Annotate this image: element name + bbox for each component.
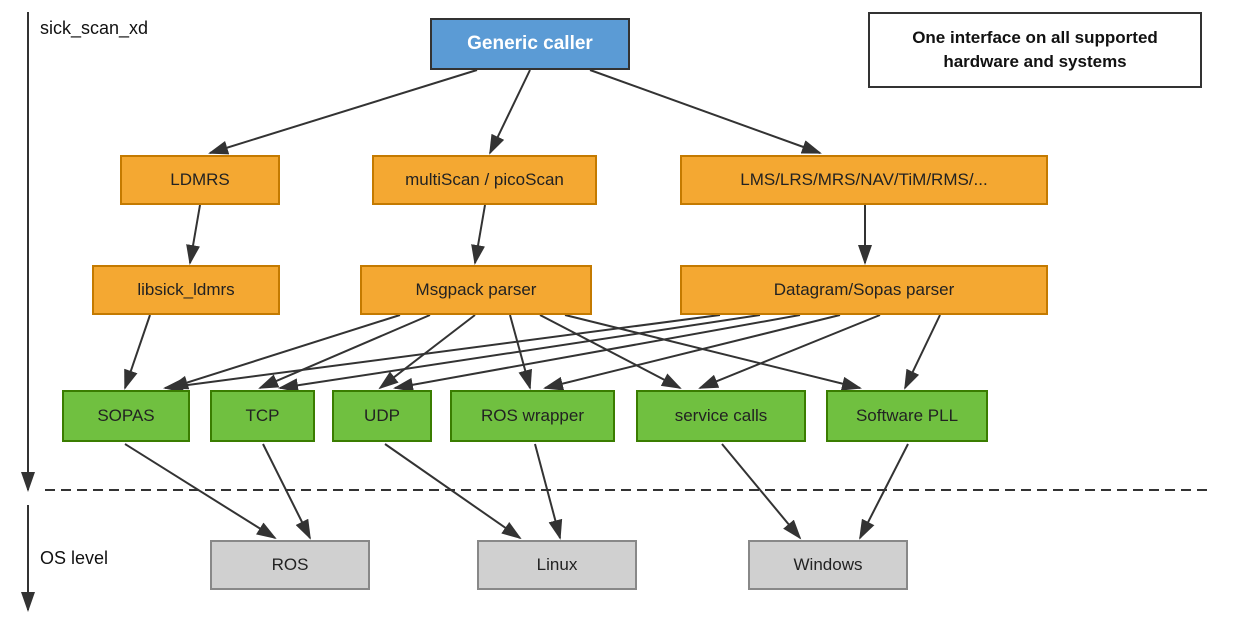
software-pll-label: Software PLL [856, 406, 958, 426]
multiscan-box: multiScan / picoScan [372, 155, 597, 205]
windows-box: Windows [748, 540, 908, 590]
sick-scan-xd-label: sick_scan_xd [40, 18, 148, 39]
tcp-box: TCP [210, 390, 315, 442]
generic-caller-box: Generic caller [430, 18, 630, 70]
linux-label: Linux [537, 555, 578, 575]
msgpack-label: Msgpack parser [416, 280, 537, 300]
datagram-label: Datagram/Sopas parser [774, 280, 954, 300]
info-box: One interface on all supportedhardware a… [868, 12, 1202, 88]
software-pll-box: Software PLL [826, 390, 988, 442]
sopas-box: SOPAS [62, 390, 190, 442]
multiscan-label: multiScan / picoScan [405, 170, 564, 190]
ros-box: ROS [210, 540, 370, 590]
ros-label: ROS [272, 555, 309, 575]
diagram-container: sick_scan_xd Generic caller One interfac… [0, 0, 1236, 622]
datagram-box: Datagram/Sopas parser [680, 265, 1048, 315]
libsick-box: libsick_ldmrs [92, 265, 280, 315]
ros-wrapper-box: ROS wrapper [450, 390, 615, 442]
ldmrs-label: LDMRS [170, 170, 230, 190]
ros-wrapper-label: ROS wrapper [481, 406, 584, 426]
ldmrs-box: LDMRS [120, 155, 280, 205]
linux-box: Linux [477, 540, 637, 590]
service-calls-label: service calls [675, 406, 768, 426]
lms-label: LMS/LRS/MRS/NAV/TiM/RMS/... [740, 170, 987, 190]
service-calls-box: service calls [636, 390, 806, 442]
lms-box: LMS/LRS/MRS/NAV/TiM/RMS/... [680, 155, 1048, 205]
os-level-label: OS level [40, 548, 108, 569]
msgpack-box: Msgpack parser [360, 265, 592, 315]
sopas-label: SOPAS [97, 406, 154, 426]
generic-caller-label: Generic caller [467, 33, 593, 55]
windows-label: Windows [794, 555, 863, 575]
udp-label: UDP [364, 406, 400, 426]
info-box-label: One interface on all supportedhardware a… [912, 26, 1158, 74]
udp-box: UDP [332, 390, 432, 442]
tcp-label: TCP [246, 406, 280, 426]
libsick-label: libsick_ldmrs [137, 280, 234, 300]
